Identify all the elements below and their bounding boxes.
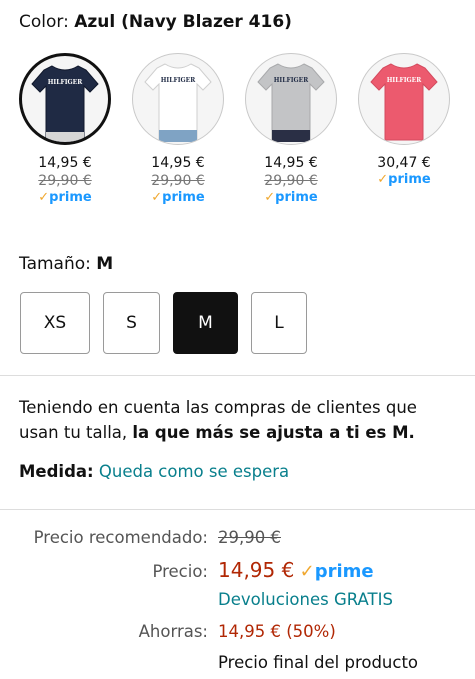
prime-check-icon: ✓	[377, 172, 389, 187]
color-swatches: HILFIGER 14,95 € 29,90 € ✓prime HILFIGER…	[19, 53, 459, 223]
fit-text-bold: la que más se ajusta a ti es M.	[132, 423, 415, 442]
color-value: Azul (Navy Blazer 416)	[74, 12, 292, 32]
fit-measure: Medida: Queda como se espera	[19, 462, 289, 481]
prime-check-icon: ✓	[299, 561, 315, 582]
divider	[0, 509, 475, 510]
free-returns-link[interactable]: Devoluciones GRATIS	[218, 590, 393, 609]
prime-badge: ✓prime	[151, 190, 205, 205]
prime-check-icon: ✓	[151, 190, 163, 205]
prime-badge: ✓prime	[299, 561, 374, 582]
tshirt-icon: HILFIGER	[144, 63, 212, 142]
swatch-image[interactable]: HILFIGER	[358, 53, 450, 145]
shirt-logo-text: HILFIGER	[274, 77, 309, 84]
swatch-white[interactable]: HILFIGER 14,95 € 29,90 € ✓prime	[132, 53, 224, 205]
swatch-grey[interactable]: HILFIGER 14,95 € 29,90 € ✓prime	[245, 53, 337, 205]
swatch-price: 14,95 €	[38, 155, 92, 171]
tshirt-icon: HILFIGER	[370, 63, 438, 141]
size-button-s[interactable]: S	[103, 292, 160, 354]
shirt-logo-text: HILFIGER	[161, 77, 196, 84]
size-label: Tamaño:	[19, 254, 91, 274]
size-button-xs[interactable]: XS	[20, 292, 90, 354]
color-label: Color:	[19, 12, 69, 32]
swatch-price: 30,47 €	[377, 155, 431, 171]
swatch-old-price: 29,90 €	[38, 173, 92, 189]
prime-badge: ✓prime	[377, 172, 431, 187]
color-selection-label: Color: Azul (Navy Blazer 416)	[19, 12, 292, 32]
swatch-old-price: 29,90 €	[264, 173, 318, 189]
prime-badge: ✓prime	[38, 190, 92, 205]
measure-link[interactable]: Queda como se espera	[99, 462, 289, 481]
prime-check-icon: ✓	[38, 190, 50, 205]
shirt-logo-text: HILFIGER	[387, 77, 422, 84]
swatch-old-price: 29,90 €	[151, 173, 205, 189]
size-button-l[interactable]: L	[251, 292, 307, 354]
prime-badge: ✓prime	[264, 190, 318, 205]
prime-check-icon: ✓	[264, 190, 276, 205]
swatch-image[interactable]: HILFIGER	[19, 53, 111, 145]
price-value: 14,95 €	[218, 558, 295, 582]
swatch-price: 14,95 €	[264, 155, 318, 171]
size-value: M	[96, 254, 114, 274]
price-row: 14,95 € ✓prime	[218, 558, 374, 582]
shirt-logo-text: HILFIGER	[48, 79, 83, 86]
swatch-image[interactable]: HILFIGER	[132, 53, 224, 145]
swatch-image[interactable]: HILFIGER	[245, 53, 337, 145]
swatch-pink[interactable]: HILFIGER 30,47 € ✓prime	[358, 53, 450, 187]
recommended-price-value: 29,90 €	[218, 528, 281, 547]
swatch-price: 14,95 €	[151, 155, 205, 171]
size-selection-label: Tamaño: M	[19, 254, 113, 274]
savings-value: 14,95 € (50%)	[218, 622, 336, 641]
savings-label: Ahorras:	[138, 622, 208, 641]
measure-label: Medida:	[19, 462, 94, 481]
final-price-note: Precio final del producto	[218, 653, 419, 672]
tshirt-icon: HILFIGER	[31, 65, 99, 142]
swatch-navy[interactable]: HILFIGER 14,95 € 29,90 € ✓prime	[19, 53, 111, 205]
recommended-price-label: Precio recomendado:	[33, 528, 208, 547]
divider	[0, 375, 475, 376]
fit-recommendation: Teniendo en cuenta las compras de client…	[19, 395, 459, 445]
price-label: Precio:	[152, 562, 208, 581]
size-button-m[interactable]: M	[173, 292, 238, 354]
tshirt-icon: HILFIGER	[257, 63, 325, 142]
